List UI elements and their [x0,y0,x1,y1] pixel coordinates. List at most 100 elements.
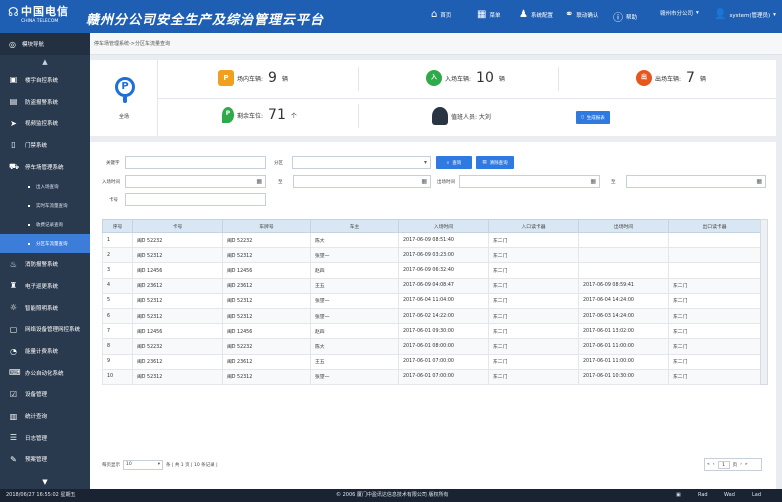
sidebar-item-video[interactable]: ➤ 视频监控系统 [0,112,90,134]
table-row[interactable]: 8 闽D 52232 闽D 52232 陈大 2017-06-01 08:00:00 东二… [102,338,761,355]
per-page-value: 10 [126,462,132,467]
report-icon: ▯ [581,115,584,120]
table-row[interactable]: 9 闽D 23612 闽D 23612 王五 2017-06-01 07:00:00 东二… [102,353,761,370]
sidebar-item-stats[interactable]: ▥ 统计查询 [0,405,90,427]
scroll-down-icon[interactable]: ▼ [0,475,90,489]
sidebar-item-access[interactable]: ▯ 门禁系统 [0,134,90,156]
table-cell: 2017-06-03 14:24:00 [578,307,669,325]
table-row[interactable]: 2 闽D 52312 闽D 52312 张望一 2017-06-09 03:23:00 东… [102,247,761,264]
enter-time-to[interactable]: ▦ [293,175,431,188]
table-cell: 闽D 52312 [132,368,223,385]
table-cell: 闽D 52312 [222,307,311,325]
table-cell: 陈大 [310,338,399,355]
table-cell: 2017-06-01 10:30:00 [578,368,669,385]
table-row[interactable]: 1 闽D 52232 闽D 52232 陈大 2017-06-09 08:51:40 东二… [102,231,761,249]
sidebar-item-lighting[interactable]: ☼ 智能照明系统 [0,297,90,319]
enter-time-from[interactable]: ▦ [125,175,266,188]
sidebar-item-office[interactable]: ⌨ 办公自动化系统 [0,362,90,384]
sidebar-item-fire[interactable]: ♨ 消防报警系统 [0,253,90,275]
org-label: 赣州市分公司 [660,11,694,17]
in-park-value: 9 [268,70,277,86]
col-seq[interactable]: 序号 [102,219,133,233]
sidebar-sub-realtime[interactable]: 实时车流量查询 [0,196,90,215]
col-card[interactable]: 卡号 [132,219,223,233]
table-row[interactable]: 10 闽D 52312 闽D 52312 张望一 2017-06-01 07:00:00… [102,368,761,385]
sidebar-sub-zone-flow[interactable]: 分区车流量查询 [0,234,90,254]
nav-config[interactable]: ♟ 系统配置 [519,9,553,20]
chevron-down-icon: ▾ [157,462,160,467]
sidebar-sub-inout[interactable]: 出入场查询 [0,177,90,196]
per-page-select[interactable]: 10 ▾ [123,460,163,470]
sidebar-item-devices[interactable]: ☑ 设备管理 [0,384,90,406]
table-row[interactable]: 7 闽D 12456 闽D 12456 赵四 2017-06-01 09:30:00 东二… [102,323,761,340]
col-plate[interactable]: 车牌号 [222,219,311,233]
nav-help-label: 帮助 [626,14,638,21]
nav-home[interactable]: ⌂ 首页 [431,9,451,20]
scroll-up-icon[interactable]: ▲ [0,55,90,69]
exit-label: 出场车辆: [655,75,682,83]
table-cell: 东二门 [668,338,761,355]
col-exit-reader[interactable]: 出口读卡器 [668,219,761,233]
last-page-icon[interactable]: » [745,462,748,467]
col-exit-time[interactable]: 出场时间 [578,219,669,233]
table-cell: 东二门 [668,292,761,309]
next-page-icon[interactable]: › [740,462,742,467]
table-row[interactable]: 3 闽D 12456 闽D 12456 赵四 2017-06-09 06:32:40 东二… [102,262,761,279]
col-enter-time[interactable]: 入场时间 [398,219,489,233]
divider [358,104,359,128]
exit-time-to[interactable]: ▦ [626,175,766,188]
page-unit: 页 [732,462,738,468]
area-selector[interactable]: P 全场 [90,60,158,136]
sidebar-item-alarm[interactable]: ▤ 防盗报警系统 [0,91,90,113]
divider [558,67,559,91]
nav-help[interactable]: ⓘ 帮助 [613,9,637,24]
sidebar-item-plans[interactable]: ✎ 预案管理 [0,449,90,471]
table-row[interactable]: 4 闽D 23612 闽D 23612 王五 2017-06-09 04:08:47 东二… [102,277,761,294]
status-r: Rad [698,492,708,498]
table-scrollbar[interactable] [760,219,768,385]
table-cell: 东二门 [668,277,761,294]
enter-icon: 入 [426,70,442,86]
table-cell: 东二门 [488,292,579,309]
sidebar-item-logs[interactable]: ☰ 日志管理 [0,427,90,449]
sidebar-item-label: 电子巡更系统 [25,283,59,290]
card-input[interactable] [125,193,266,206]
zone-select[interactable]: ▾ [292,156,431,169]
nav-link[interactable]: ⚭ 联动确认 [565,9,598,20]
table-cell: 闽D 23612 [132,353,223,370]
first-page-icon[interactable]: « [707,462,710,467]
status-time: 2018/06/27 16:55:02 星期五 [6,492,76,498]
org-dropdown[interactable]: 赣州市分公司 ▾ [660,9,699,17]
page-input[interactable]: 1 [717,460,730,469]
col-owner[interactable]: 车主 [310,219,399,233]
network-icon: ▢ [9,324,18,334]
report-button[interactable]: ▯ 生成报表 [576,111,610,124]
search-button[interactable]: ⌕ 查询 [436,156,472,169]
user-dropdown[interactable]: 👤 system(管理员) ▾ [714,9,776,20]
table-row[interactable]: 6 闽D 52312 闽D 52312 张望一 2017-06-02 14:22:00 东… [102,307,761,325]
sidebar-item-network[interactable]: ▢ 网络设备管理网控系统 [0,319,90,341]
sidebar-header: ◎ 模块导航 [0,33,90,55]
col-enter-reader[interactable]: 入口读卡器 [488,219,579,233]
prev-page-icon[interactable]: ‹ [713,462,715,467]
clear-button[interactable]: ▤ 清除查询 [476,156,514,169]
platform-title: 赣州分公司安全生产及综治管理云平台 [86,13,325,28]
exit-time-from[interactable]: ▦ [459,175,600,188]
bullet-icon [28,204,30,207]
stat-in-park: P 场内车辆: 9 辆 [218,70,288,86]
table-row[interactable]: 5 闽D 52312 闽D 52312 张望一 2017-06-04 11:04:00 东… [102,292,761,309]
sidebar-sub-label: 收费记录查询 [36,222,63,228]
chevron-down-icon: ▾ [423,159,427,166]
sidebar-item-bas[interactable]: ▣ 楼宇自控系统 [0,69,90,91]
table-cell: 东二门 [488,262,579,279]
table-cell [578,231,669,249]
table-cell: 王五 [310,353,399,370]
keyword-input[interactable] [125,156,266,169]
sidebar-item-energy[interactable]: ◔ 能量计费系统 [0,340,90,362]
sidebar-sub-fees[interactable]: 收费记录查询 [0,215,90,234]
sidebar-item-parking[interactable]: ⛟ 停车场管理系统 [0,156,90,178]
table-cell: 东二门 [488,353,579,370]
sidebar-item-patrol[interactable]: ♜ 电子巡更系统 [0,275,90,297]
nav-menu[interactable]: ▦ 菜单 [477,9,500,20]
sidebar-item-label: 预案管理 [25,457,48,464]
